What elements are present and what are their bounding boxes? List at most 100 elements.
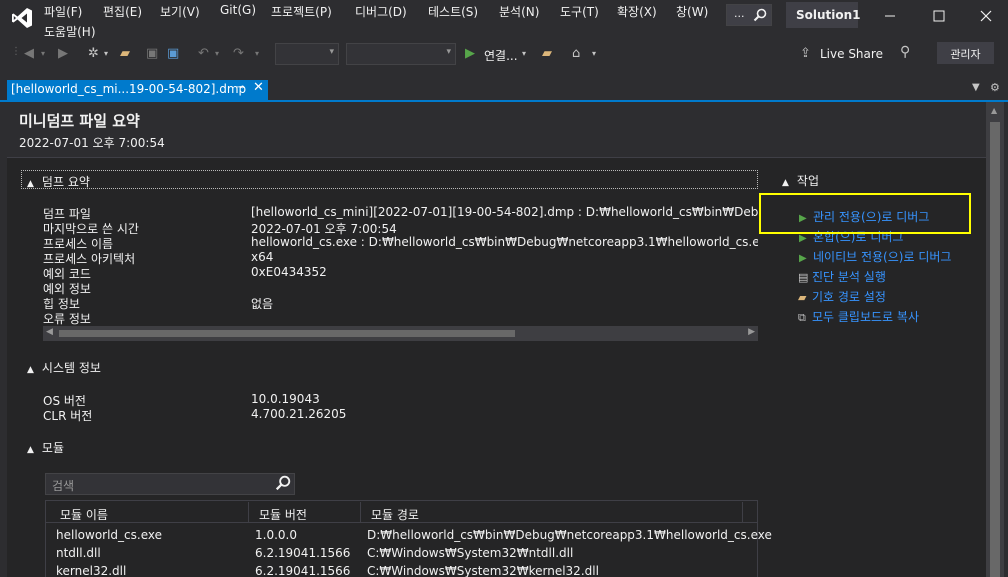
horizontal-scrollbar[interactable]: ◀ ▶ [43,326,758,341]
toolbar-overflow-icon[interactable]: ▾ [592,49,596,65]
module-name-cell: helloworld_cs.exe [56,528,162,542]
admin-badge: 관리자 [937,42,994,64]
search-icon[interactable] [275,475,291,491]
scroll-up-icon[interactable]: ▲ [991,106,997,115]
tab-label: [helloworld_cs_mi...19-00-54-802].dmp [11,82,247,96]
toolbar-grip-icon: ⋮ [11,46,21,57]
menu-extensions[interactable]: 확장(X) [617,3,657,20]
dump-summary-header[interactable]: ▲ 덤프 요약 [27,173,90,190]
column-header-module-version[interactable]: 모듈 버전 [249,503,359,523]
header-divider [46,522,757,523]
set-symbol-paths-label: 기호 경로 설정 [812,290,886,304]
column-header-module-path[interactable]: 모듈 경로 [361,503,741,523]
column-header-module-name[interactable]: 모듈 이름 [50,503,248,523]
column-separator[interactable] [742,502,743,522]
live-share-button[interactable]: Live Share [820,47,883,61]
undo-icon[interactable]: ↶ [198,46,209,62]
close-window-icon[interactable] [976,5,996,25]
highlight-box [759,193,971,234]
actions-header[interactable]: ▲ 작업 [782,172,819,189]
module-path-cell: D:₩helloworld_cs₩bin₩Debug₩netcoreapp3.1… [367,528,772,542]
tab-dump-file[interactable]: [helloworld_cs_mi...19-00-54-802].dmp ⊸ … [7,80,268,100]
start-icon[interactable]: ▶ [465,46,475,62]
new-item-icon[interactable]: ✲ [88,46,99,62]
forward-icon[interactable]: ▶ [58,46,68,62]
menu-view[interactable]: 보기(V) [160,3,200,20]
minimize-icon[interactable] [880,5,900,25]
system-info-header[interactable]: ▲ 시스템 정보 [27,359,101,376]
menu-help[interactable]: 도움말(H) [44,23,96,40]
undo-dropdown-icon[interactable]: ▾ [215,49,219,65]
menu-debug[interactable]: 디버그(D) [355,3,407,20]
module-version-cell: 1.0.0.0 [255,528,297,542]
clr-version-label: CLR 버전 [43,409,93,423]
dump-summary-focus-box [21,170,758,189]
copy-all-to-clipboard-label: 모두 클립보드로 복사 [812,310,919,324]
search-box[interactable]: ... [726,4,772,26]
back-dropdown-icon[interactable]: ▾ [41,49,45,65]
search-label: ... [734,7,745,20]
module-search-input[interactable]: 검색 [45,473,295,495]
folder-icon: ▰ [798,291,807,304]
menu-git[interactable]: Git(G) [220,3,256,17]
open-file-icon[interactable]: ▰ [542,46,552,62]
copy-all-to-clipboard-link[interactable]: ⧉ 모두 클립보드로 복사 [798,308,919,325]
module-path-cell: C:₩Windows₩System32₩kernel32.dll [367,564,599,577]
search-icon [753,8,767,22]
set-symbol-paths-link[interactable]: ▰ 기호 경로 설정 [798,288,886,305]
debug-native-only-link[interactable]: ▶ 네이티브 전용(으)로 디버그 [799,248,951,265]
page-title: 미니덤프 파일 요약 [19,112,140,130]
menu-test[interactable]: 테스트(S) [428,3,478,20]
pin-icon[interactable]: ⊸ [236,82,244,93]
scrollbar-thumb[interactable] [990,122,1000,577]
menu-project[interactable]: 프로젝트(P) [271,3,332,20]
os-version-value: 10.0.19043 [251,392,320,406]
live-share-icon[interactable]: ⇪ [800,46,811,62]
attach-dropdown-icon[interactable]: ▾ [522,49,526,65]
menu-window[interactable]: 창(W) [676,3,708,20]
maximize-icon[interactable] [929,5,949,25]
collapse-caret-icon: ▲ [782,178,789,188]
horizontal-scrollbar-thumb[interactable] [59,330,515,337]
vertical-scrollbar[interactable]: ▲ [986,102,1004,577]
module-path-cell: C:₩Windows₩System32₩ntdll.dll [367,546,574,560]
actions-title: 작업 [796,174,820,188]
system-info-title: 시스템 정보 [41,361,101,375]
debug-native-only-label: 네이티브 전용(으)로 디버그 [813,250,952,264]
error-info-label: 오류 정보 [43,312,91,326]
menu-edit[interactable]: 편집(E) [103,3,142,20]
diagnostics-icon: ▤ [798,271,809,284]
dump-file-value: [helloworld_cs_mini][2022-07-01][19-00-5… [251,205,758,219]
modules-header[interactable]: ▲ 모듈 [27,439,64,456]
browser-link-icon[interactable]: ⌂ [572,46,580,62]
open-folder-icon[interactable]: ▰ [120,46,130,62]
module-version-cell: 6.2.19041.1566 [255,564,351,577]
close-tab-icon[interactable]: ✕ [253,80,264,95]
configuration-dropdown[interactable]: ▾ [275,43,339,65]
clr-version-value: 4.700.21.26205 [251,407,347,421]
modules-title: 모듈 [41,441,65,455]
menu-bar: 파일(F) 편집(E) 보기(V) Git(G) 프로젝트(P) 디버그(D) … [0,0,1008,40]
attach-button[interactable]: 연결... [484,47,518,64]
save-all-icon[interactable]: ▣ [167,46,179,62]
redo-icon[interactable]: ↷ [233,46,244,62]
redo-dropdown-icon[interactable]: ▾ [255,49,259,65]
new-item-dropdown-icon[interactable]: ▾ [104,49,108,65]
module-search-placeholder: 검색 [52,479,75,493]
scroll-right-icon[interactable]: ▶ [748,327,755,337]
copy-icon: ⧉ [798,311,806,324]
menu-file[interactable]: 파일(F) [44,3,82,20]
scroll-left-icon[interactable]: ◀ [46,327,53,337]
platform-dropdown[interactable]: ▾ [346,43,456,65]
tab-settings-gear-icon[interactable]: ⚙ [990,81,1000,94]
document-tab-strip: [helloworld_cs_mi...19-00-54-802].dmp ⊸ … [0,80,1008,100]
feedback-icon[interactable]: ⚲ [900,44,910,60]
toolbar: ⋮ ◀ ▾ ▶ ✲ ▾ ▰ ▣ ▣ ↶ ▾ ↷ ▾ ▾ ▾ ▶ 연결... ▾ … [0,40,1008,68]
play-icon: ▶ [799,253,807,264]
tab-list-dropdown-icon[interactable]: ▼ [972,82,980,93]
run-diagnostic-analysis-link[interactable]: ▤ 진단 분석 실행 [798,268,886,285]
menu-analyze[interactable]: 분석(N) [499,3,539,20]
save-icon[interactable]: ▣ [146,46,158,62]
menu-tools[interactable]: 도구(T) [560,3,599,20]
back-icon[interactable]: ◀ [24,46,34,62]
